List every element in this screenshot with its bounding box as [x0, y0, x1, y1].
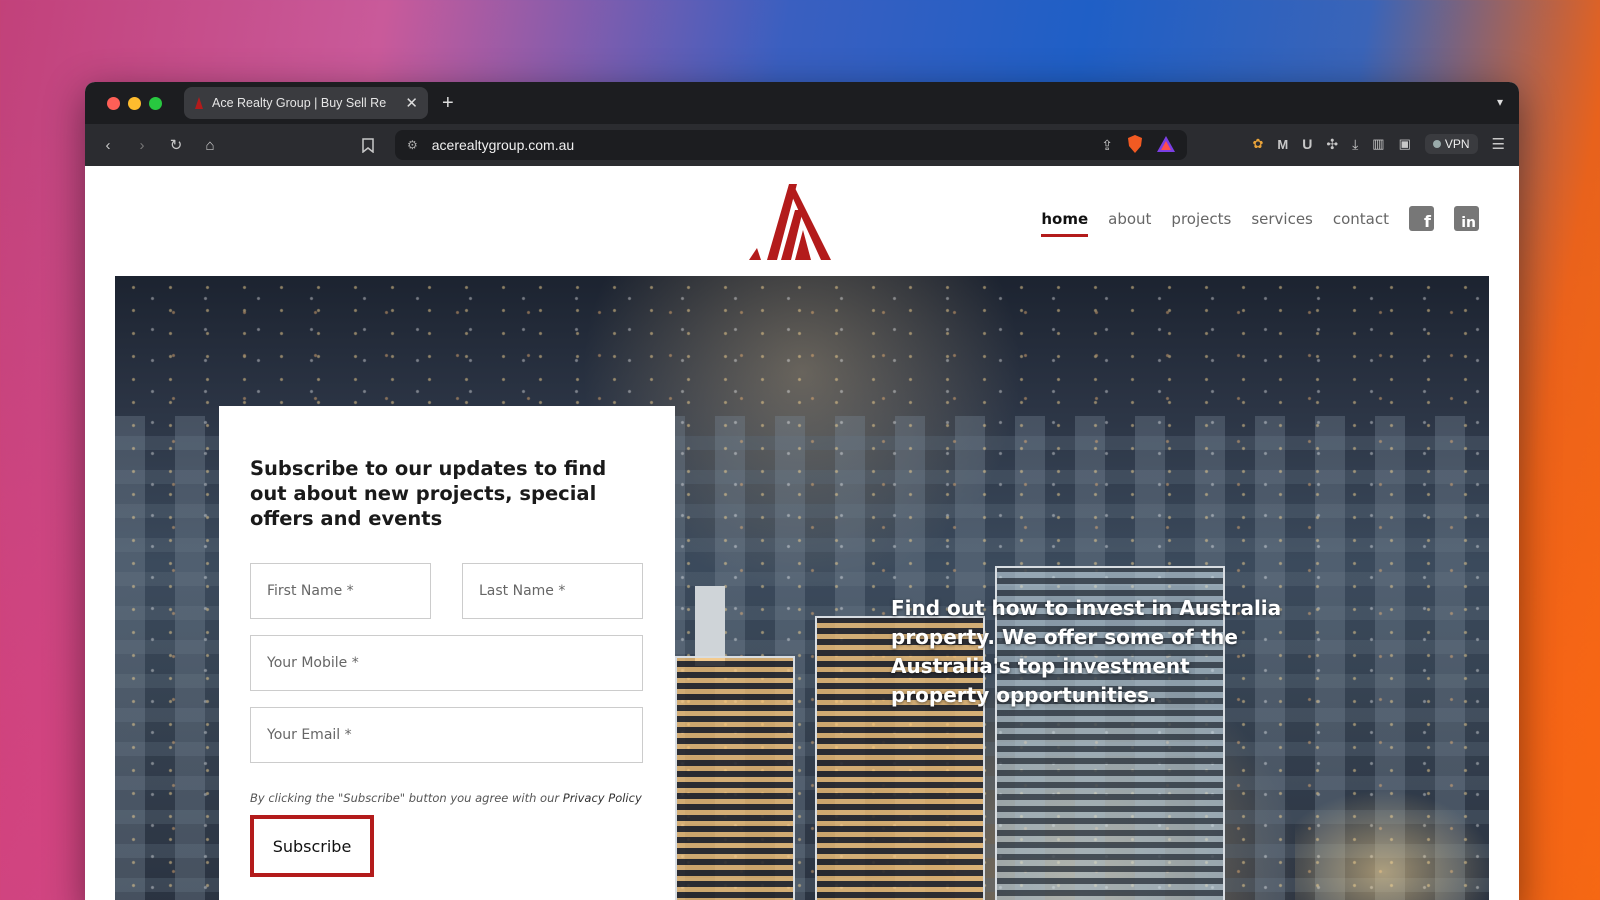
tab-title: Ace Realty Group | Buy Sell Re	[212, 96, 387, 110]
site-header: home about projects services contact f i…	[85, 166, 1519, 276]
tab-close-icon[interactable]: ✕	[405, 94, 418, 112]
address-bar[interactable]: ⚙ acerealtygroup.com.au ⇪	[395, 130, 1187, 160]
vpn-button[interactable]: VPN	[1424, 134, 1478, 154]
browser-tab[interactable]: Ace Realty Group | Buy Sell Re ✕	[184, 87, 428, 119]
main-nav: home about projects services contact f i…	[1041, 206, 1479, 237]
reload-icon[interactable]: ↻	[165, 134, 187, 156]
first-name-field[interactable]	[250, 563, 431, 619]
building-image	[675, 656, 795, 900]
tab-list-chevron-icon[interactable]: ▾	[1497, 95, 1503, 109]
maximize-window-button[interactable]	[149, 96, 162, 110]
browser-toolbar: ‹ › ↻ ⌂ ⚙ acerealtygroup.com.au ⇪ ✿ M U …	[85, 124, 1519, 166]
title-bar: Ace Realty Group | Buy Sell Re ✕ + ▾	[85, 82, 1519, 124]
nav-projects[interactable]: projects	[1171, 210, 1231, 228]
first-name-input[interactable]	[267, 583, 414, 599]
site-settings-icon[interactable]: ⚙	[407, 138, 418, 152]
extension-icons: ✿ M U ✣ ⤓ ▥ ▣ VPN ☰	[1252, 134, 1505, 154]
mobile-input[interactable]	[267, 655, 626, 671]
linkedin-icon[interactable]: in	[1454, 206, 1479, 231]
building-image	[695, 586, 725, 666]
form-title: Subscribe to our updates to find out abo…	[250, 457, 607, 530]
consent-disclaimer: By clicking the "Subscribe" button you a…	[250, 791, 644, 805]
u-extension-icon[interactable]: U	[1302, 136, 1312, 152]
wallet-icon[interactable]: ▣	[1399, 136, 1411, 152]
share-icon[interactable]: ⇪	[1101, 137, 1113, 154]
vpn-status-icon	[1432, 140, 1441, 148]
site-favicon-icon	[194, 97, 204, 109]
browser-window: Ace Realty Group | Buy Sell Re ✕ + ▾ ‹ ›…	[85, 82, 1519, 900]
bookmark-icon[interactable]	[357, 134, 379, 156]
subscribe-button[interactable]: Subscribe	[250, 815, 374, 877]
hero-tagline: Find out how to invest in Australia prop…	[891, 596, 1282, 707]
back-icon[interactable]: ‹	[97, 134, 119, 156]
sidebar-icon[interactable]: ▥	[1372, 136, 1384, 152]
extension-icon[interactable]: ✿	[1252, 136, 1263, 152]
url-text: acerealtygroup.com.au	[431, 137, 575, 153]
nav-home[interactable]: home	[1041, 210, 1088, 237]
facebook-icon[interactable]: f	[1409, 206, 1434, 231]
new-tab-button[interactable]: +	[442, 92, 454, 115]
puzzle-icon[interactable]: ✣	[1326, 136, 1338, 153]
ace-realty-logo[interactable]	[747, 180, 833, 262]
gmail-extension-icon[interactable]: M	[1277, 137, 1288, 152]
nav-about[interactable]: about	[1108, 210, 1151, 228]
vpn-label: VPN	[1444, 137, 1470, 151]
forward-icon[interactable]: ›	[131, 134, 153, 156]
email-field[interactable]	[250, 707, 643, 763]
window-controls	[107, 96, 162, 110]
email-input[interactable]	[267, 727, 626, 743]
last-name-input[interactable]	[479, 583, 626, 599]
mobile-field[interactable]	[250, 635, 643, 691]
hero-section: Subscribe to our updates to find out abo…	[115, 276, 1489, 900]
download-icon[interactable]: ⤓	[1352, 136, 1358, 153]
street-lights-image	[1295, 776, 1489, 900]
nav-contact[interactable]: contact	[1333, 210, 1389, 228]
name-row	[250, 563, 644, 619]
privacy-policy-link[interactable]: Privacy Policy	[563, 791, 642, 805]
disclaimer-text: By clicking the "Subscribe" button you a…	[250, 791, 563, 805]
close-window-button[interactable]	[107, 96, 120, 110]
home-icon[interactable]: ⌂	[199, 134, 221, 156]
subscribe-form: Subscribe to our updates to find out abo…	[219, 406, 675, 900]
nav-services[interactable]: services	[1251, 210, 1313, 228]
brave-rewards-icon[interactable]	[1157, 135, 1175, 155]
minimize-window-button[interactable]	[128, 96, 141, 110]
menu-icon[interactable]: ☰	[1492, 135, 1505, 153]
brave-shields-icon[interactable]	[1127, 134, 1143, 156]
last-name-field[interactable]	[462, 563, 643, 619]
